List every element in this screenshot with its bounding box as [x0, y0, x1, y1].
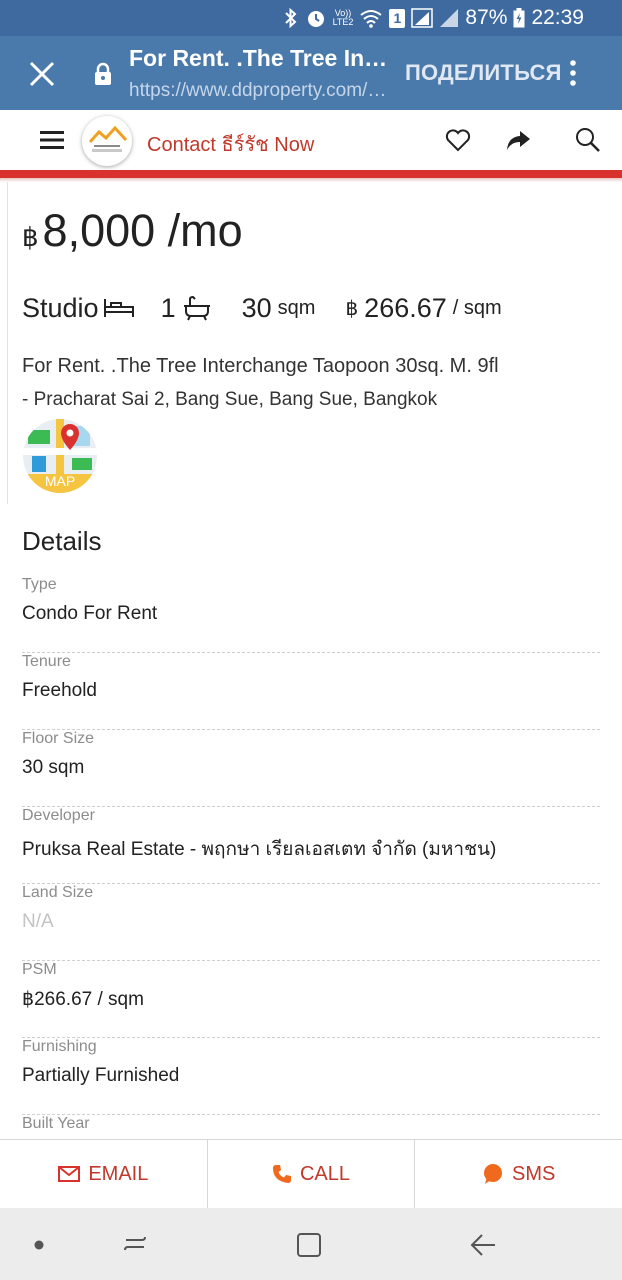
- detail-label: Furnishing: [22, 1038, 97, 1055]
- email-label: EMAIL: [88, 1162, 149, 1185]
- listing-address: For Rent. .The Tree Interchange Taopoon …: [22, 350, 602, 416]
- alarm-icon: [305, 7, 327, 29]
- detail-row-developer: Developer Pruksa Real Estate - พฤกษา เรี…: [22, 807, 600, 884]
- detail-row-land-size: Land Size N/A: [22, 884, 600, 961]
- page-url[interactable]: https://www.ddproperty.com/en/property/: [129, 80, 387, 102]
- share-arrow-icon[interactable]: [504, 126, 532, 154]
- listing-price: ฿ 8,000 /mo: [22, 205, 243, 257]
- map-button[interactable]: MAP: [22, 418, 98, 494]
- detail-label: Developer: [22, 807, 95, 824]
- sms-button[interactable]: SMS: [415, 1140, 622, 1208]
- system-nav-bar: [0, 1208, 622, 1280]
- bedrooms-value: Studio: [22, 292, 99, 323]
- email-button[interactable]: EMAIL: [0, 1140, 208, 1208]
- site-header: Contact ธีร์รัช Now: [0, 110, 622, 172]
- browser-toolbar: For Rent. .The Tree Interchange Taopoon …: [0, 36, 622, 110]
- bed-icon: [103, 296, 135, 320]
- contact-agent-link[interactable]: Contact ธีร์รัช Now: [147, 128, 314, 160]
- signal-icon: [411, 8, 434, 28]
- bath-icon: [182, 295, 212, 321]
- call-button[interactable]: CALL: [208, 1140, 416, 1208]
- call-label: CALL: [299, 1162, 351, 1185]
- detail-value: N/A: [22, 911, 54, 932]
- volte-indicator: Vo)) LTE2: [333, 9, 354, 27]
- psm-value: 266.67: [364, 292, 447, 323]
- detail-row-type: Type Condo For Rent: [22, 576, 600, 653]
- left-rail: [0, 182, 8, 504]
- signal-icon-2: [439, 8, 459, 28]
- listing-stats: Studio 1 30 sqm ฿ 266.67 / sqm: [22, 290, 502, 326]
- clock: 22:39: [531, 6, 584, 29]
- sim-badge-text: 1: [393, 10, 402, 26]
- bluetooth-icon: [283, 7, 299, 29]
- detail-label: Tenure: [22, 653, 71, 670]
- listing-location: - Pracharat Sai 2, Bang Sue, Bang Sue, B…: [22, 389, 438, 410]
- more-options-icon[interactable]: [560, 58, 586, 88]
- listing-title: For Rent. .The Tree Interchange Taopoon …: [22, 355, 499, 377]
- detail-row-furnishing: Furnishing Partially Furnished: [22, 1038, 600, 1115]
- detail-row-psm: PSM ฿266.67 / sqm: [22, 961, 600, 1038]
- detail-label: Built Year: [22, 1115, 90, 1132]
- sim-badge: 1: [389, 8, 406, 28]
- sms-label: SMS: [512, 1162, 556, 1185]
- detail-label: Floor Size: [22, 730, 95, 747]
- hamburger-menu-icon[interactable]: [40, 129, 64, 151]
- area-value: 30: [241, 292, 272, 323]
- status-bar: Vo)) LTE2 1 87% 22:39: [0, 0, 622, 36]
- header-accent-bar: [0, 170, 622, 178]
- agency-logo[interactable]: [82, 116, 132, 166]
- heart-icon[interactable]: [444, 126, 472, 154]
- envelope-icon: [58, 1166, 81, 1182]
- currency-symbol: ฿: [22, 222, 39, 252]
- wifi-icon: [359, 8, 383, 28]
- detail-label: Land Size: [22, 884, 94, 901]
- chat-bubble-icon: [484, 1164, 502, 1184]
- psm-unit: / sqm: [452, 296, 502, 319]
- volte-bottom-text: LTE2: [332, 17, 354, 27]
- detail-value: 30 sqm: [22, 757, 85, 778]
- area-unit: sqm: [277, 296, 316, 319]
- contact-action-bar: EMAIL CALL SMS: [0, 1139, 622, 1208]
- psm-currency: ฿: [345, 297, 359, 320]
- page-title: For Rent. .The Tree Interchange Taopoon …: [129, 45, 391, 71]
- back-icon[interactable]: [468, 1230, 498, 1260]
- house-logo-icon: [88, 125, 128, 152]
- detail-value[interactable]: Pruksa Real Estate - พฤกษา เรียลเอสเตท จ…: [22, 834, 496, 864]
- phone-icon: [272, 1165, 291, 1183]
- detail-value: Freehold: [22, 680, 97, 701]
- detail-value: Partially Furnished: [22, 1065, 180, 1086]
- price-value: 8,000 /mo: [42, 205, 243, 256]
- details-heading: Details: [22, 526, 102, 556]
- recent-apps-icon[interactable]: [120, 1230, 150, 1260]
- detail-label: PSM: [22, 961, 57, 978]
- home-icon[interactable]: [294, 1230, 324, 1260]
- map-label: MAP: [44, 473, 76, 489]
- detail-value: Condo For Rent: [22, 603, 158, 624]
- bathrooms-value: 1: [160, 292, 176, 323]
- detail-row-tenure: Tenure Freehold: [22, 653, 600, 730]
- detail-row-floor-size: Floor Size 30 sqm: [22, 730, 600, 807]
- share-button[interactable]: ПОДЕЛИТЬСЯ: [405, 60, 562, 86]
- battery-percent: 87%: [465, 6, 508, 29]
- close-icon[interactable]: [24, 56, 60, 92]
- nav-dot-icon[interactable]: [24, 1230, 54, 1260]
- detail-label: Type: [22, 576, 57, 593]
- search-icon[interactable]: [574, 126, 602, 154]
- detail-value: ฿266.67 / sqm: [22, 989, 144, 1010]
- battery-icon: [513, 8, 525, 28]
- header-shadow: [0, 178, 622, 182]
- lock-icon: [95, 62, 111, 85]
